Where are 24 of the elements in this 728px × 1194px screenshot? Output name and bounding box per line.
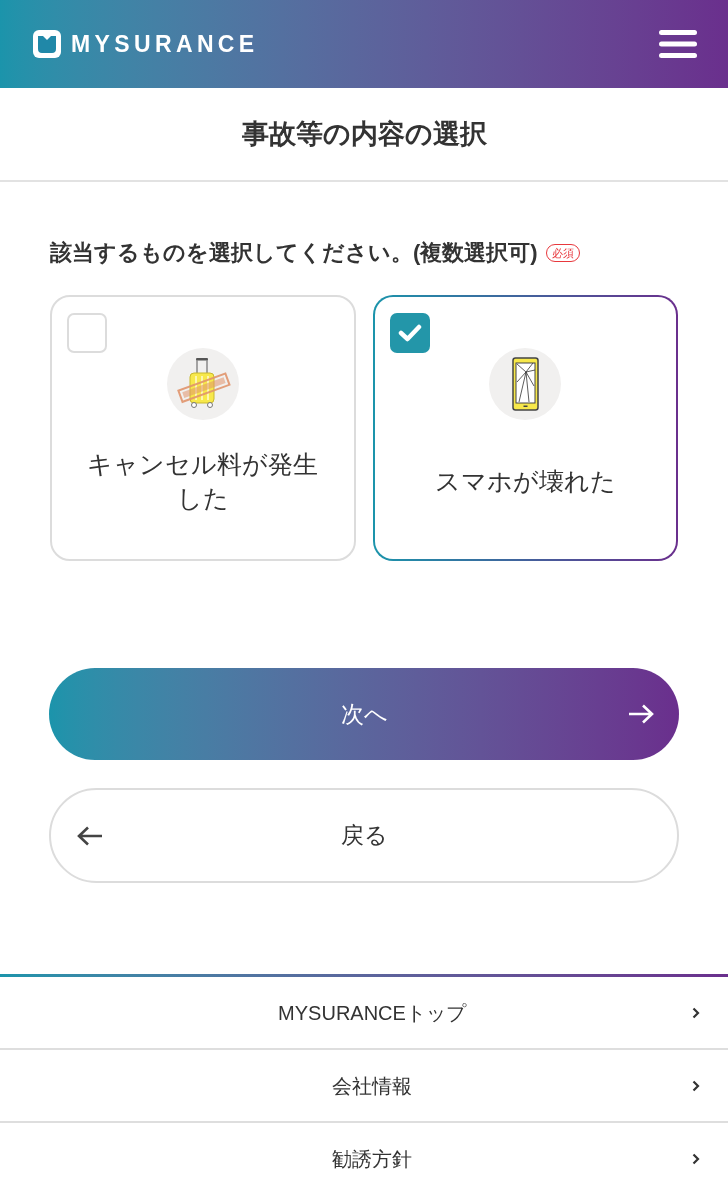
broken-phone-icon — [489, 348, 562, 420]
chevron-right-icon — [692, 1006, 700, 1019]
arrow-left-icon — [77, 825, 103, 846]
footer-link[interactable]: MYSURANCEトップ — [0, 977, 728, 1050]
chevron-right-icon — [692, 1079, 700, 1092]
logo-icon — [33, 30, 61, 58]
logo-text: MYSURANCE — [71, 32, 259, 56]
menu-icon[interactable] — [659, 29, 697, 59]
option-card[interactable]: キャンセル料が発生した — [50, 295, 356, 561]
option-label: スマホが壊れた — [434, 465, 616, 497]
checkbox[interactable] — [67, 313, 107, 353]
check-icon — [397, 324, 422, 342]
checkbox[interactable] — [389, 313, 430, 353]
suitcase-icon — [166, 348, 239, 420]
footer-link[interactable]: 勧誘方針 — [0, 1123, 728, 1194]
page-title: 事故等の内容の選択 — [241, 117, 487, 151]
footer-link[interactable]: 会社情報 — [0, 1050, 728, 1123]
question-label: 該当するものを選択してください。(複数選択可) — [50, 239, 538, 267]
chevron-right-icon — [692, 1152, 700, 1165]
option-label: キャンセル料が発生した — [86, 448, 320, 514]
next-button[interactable]: 次へ — [49, 668, 679, 760]
back-button[interactable]: 戻る — [49, 788, 679, 883]
arrow-right-icon — [628, 704, 654, 724]
option-card[interactable]: スマホが壊れた — [372, 295, 678, 561]
